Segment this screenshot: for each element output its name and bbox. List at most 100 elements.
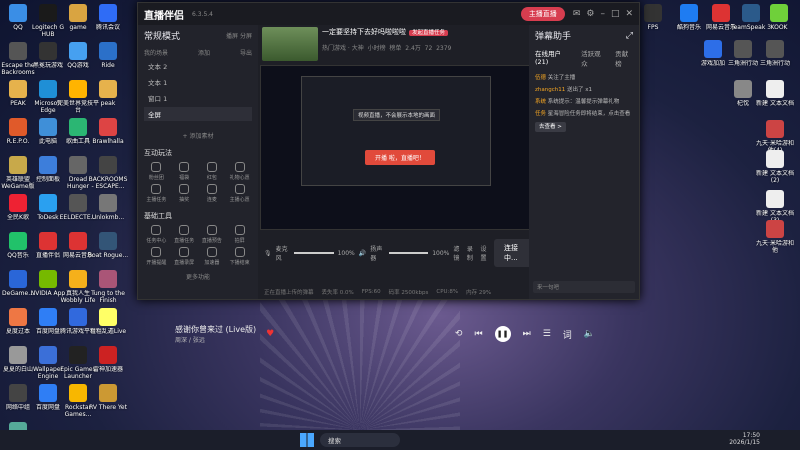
interact-item[interactable]: 主播心愿 [227,184,252,203]
speaker-label: 扬声器 [370,246,383,262]
filter-button[interactable]: 滤镜 [453,244,463,262]
heart-icon[interactable]: ♥ [266,329,274,339]
playlist-icon[interactable]: ☰ [543,329,551,339]
expand-icon[interactable]: ⤢ [626,31,633,41]
scene-item[interactable]: 文本 2 [144,59,252,73]
scene-action[interactable]: 播屏 [226,33,238,40]
interact-item[interactable]: 主播任务 [144,184,169,203]
tab-my-scenes[interactable]: 我的场景 [144,48,168,57]
repeat-icon[interactable]: ⟲ [455,329,463,339]
start-live-button[interactable]: 主播直播 [520,7,565,21]
desktop-icon[interactable]: Brawlhalla [87,118,129,145]
add-material-button[interactable]: + 添加素材 [144,131,252,140]
chat-message[interactable]: zhangch11 送出了 x1 [535,86,633,94]
desktop-icon[interactable]: Boat Rogue... [87,232,129,259]
preview-canvas[interactable]: 开播 啦，直播吧！ [260,65,540,230]
app-icon [704,40,722,58]
desktop-icon[interactable]: BACKROOMS - ESCAPE... [87,156,129,190]
scene-item[interactable]: 窗口 1 [144,91,252,105]
system-clock[interactable]: 17:50 2026/1/15 [729,432,760,446]
close-icon[interactable]: ✕ [625,9,633,19]
status-item[interactable]: 正在直播上传的弹幕 [264,288,314,296]
mode-select[interactable]: 常规模式 [144,29,180,42]
desktop-icon[interactable]: 九天·米哈游和他 [754,220,796,254]
desktop-icon[interactable]: 新建 文本文档 [754,80,796,107]
tools-item[interactable]: 直播预告 [200,225,225,244]
chat-message[interactable]: 任务 星海冒险任务即将结束，点击查看 [535,110,633,118]
view-task-button[interactable]: 去查看 > [535,122,566,132]
tools-item[interactable]: 任务中心 [144,225,169,244]
chat-message[interactable]: 伍德 关注了主播 [535,74,633,82]
volume-icon[interactable]: 🔈 [584,329,595,339]
tools-title: 基础工具 [144,212,172,220]
maximize-icon[interactable]: □ [611,9,620,19]
preview-start-button[interactable]: 开播 啦，直播吧！ [365,150,435,165]
chat-user[interactable]: zhangch11 [535,87,565,93]
message-icon[interactable]: ✉ [573,9,581,19]
speaker-icon[interactable]: 🔊 [359,250,366,257]
lyrics-icon[interactable]: 词 [563,328,572,341]
room-cover[interactable] [262,27,318,61]
desktop-icon[interactable]: Ride [87,42,129,69]
app-icon [39,308,57,326]
tool-icon [179,247,190,257]
chat-message[interactable]: 系统 系统提示：温馨提示弹幕礼物 [535,98,633,106]
interact-item[interactable]: 红包 [200,162,225,181]
tools-item[interactable]: 直播任务 [172,225,197,244]
room-tag[interactable]: 发起直播任务 [409,30,449,36]
tab-export[interactable]: 导出 [240,48,252,57]
chat-user[interactable]: 系统 [535,99,546,105]
scene-item[interactable]: 文本 1 [144,75,252,89]
tab-contribution[interactable]: 贡献榜 [615,48,633,68]
room-stat: 2379 [436,45,452,52]
song-title[interactable]: 感谢你曾来过 (Live版) [175,324,256,335]
song-artist[interactable]: 周深 / 张远 [175,335,256,344]
next-icon[interactable]: ⏭ [523,329,531,339]
desktop-icon[interactable]: KOOK [758,4,800,31]
desktop-icon[interactable]: RV There Yet [87,384,129,411]
minimize-icon[interactable]: – [600,9,605,19]
record-button[interactable]: 录制 [467,244,477,262]
interact-item[interactable]: 抽奖 [172,184,197,203]
desktop-icon[interactable]: 三角洲行动 [754,40,796,67]
speaker-volume-slider[interactable] [388,252,429,254]
chat-user[interactable]: 伍德 [535,75,546,81]
desktop-icon[interactable]: 粗粗乱遁Live [87,308,129,335]
desktop-icon[interactable]: Unlokmb... [87,194,129,221]
desktop-icon-label: 三角洲行动 [759,60,790,67]
desktop-icon[interactable]: 雷神加速器 [87,346,129,373]
interact-item[interactable]: 福袋 [172,162,197,181]
more-features-button[interactable]: 更多功能 [144,272,252,281]
interact-item[interactable]: 粉丝团 [144,162,169,181]
app-icon [766,120,784,138]
tools-item[interactable]: 直播录屏 [172,247,197,266]
taskbar-search[interactable]: 搜索 [320,433,400,447]
desktop-icon[interactable]: 腾讯会议 [87,4,129,31]
desktop-icon[interactable]: Tung to the Finish [87,270,129,304]
scene-item[interactable]: 全屏 [144,107,252,121]
room-title[interactable]: 一定要坚持下去好吗啦啦啦 [322,28,406,36]
settings-button[interactable]: 设置 [480,244,490,262]
tools-item[interactable]: 拍屏 [227,225,252,244]
pause-icon[interactable]: ❚❚ [494,326,511,342]
tools-item[interactable]: 加速器 [200,247,225,266]
settings-icon[interactable]: ⚙ [586,9,594,19]
tools-item[interactable]: 下播结束 [227,247,252,266]
chat-input[interactable]: 来一句吧 [533,281,635,293]
chat-user[interactable]: 任务 [535,111,546,117]
prev-icon[interactable]: ⏮ [474,329,482,339]
tab-add[interactable]: 添加 [198,48,210,57]
interact-item[interactable]: 礼物心愿 [227,162,252,181]
desktop-icon[interactable]: 九天·米哈游和他(4) [754,120,796,154]
mic-volume-slider[interactable] [293,252,334,254]
tools-item[interactable]: 开播提醒 [144,247,169,266]
desktop-icon[interactable]: peak [87,80,129,107]
mic-icon[interactable]: 🎙 [264,250,272,257]
tab-online-users[interactable]: 在线用户(21) [535,48,571,68]
tab-active-viewers[interactable]: 活跃观众 [581,48,605,68]
interact-item[interactable]: 连麦 [200,184,225,203]
windows-start-icon[interactable] [300,433,314,447]
desktop-icon[interactable]: 新建 文本文档 (2) [754,150,796,184]
scene-action[interactable]: 分屏 [240,33,252,40]
desktop-icon[interactable]: 新建 文本文档 (3) [754,190,796,224]
